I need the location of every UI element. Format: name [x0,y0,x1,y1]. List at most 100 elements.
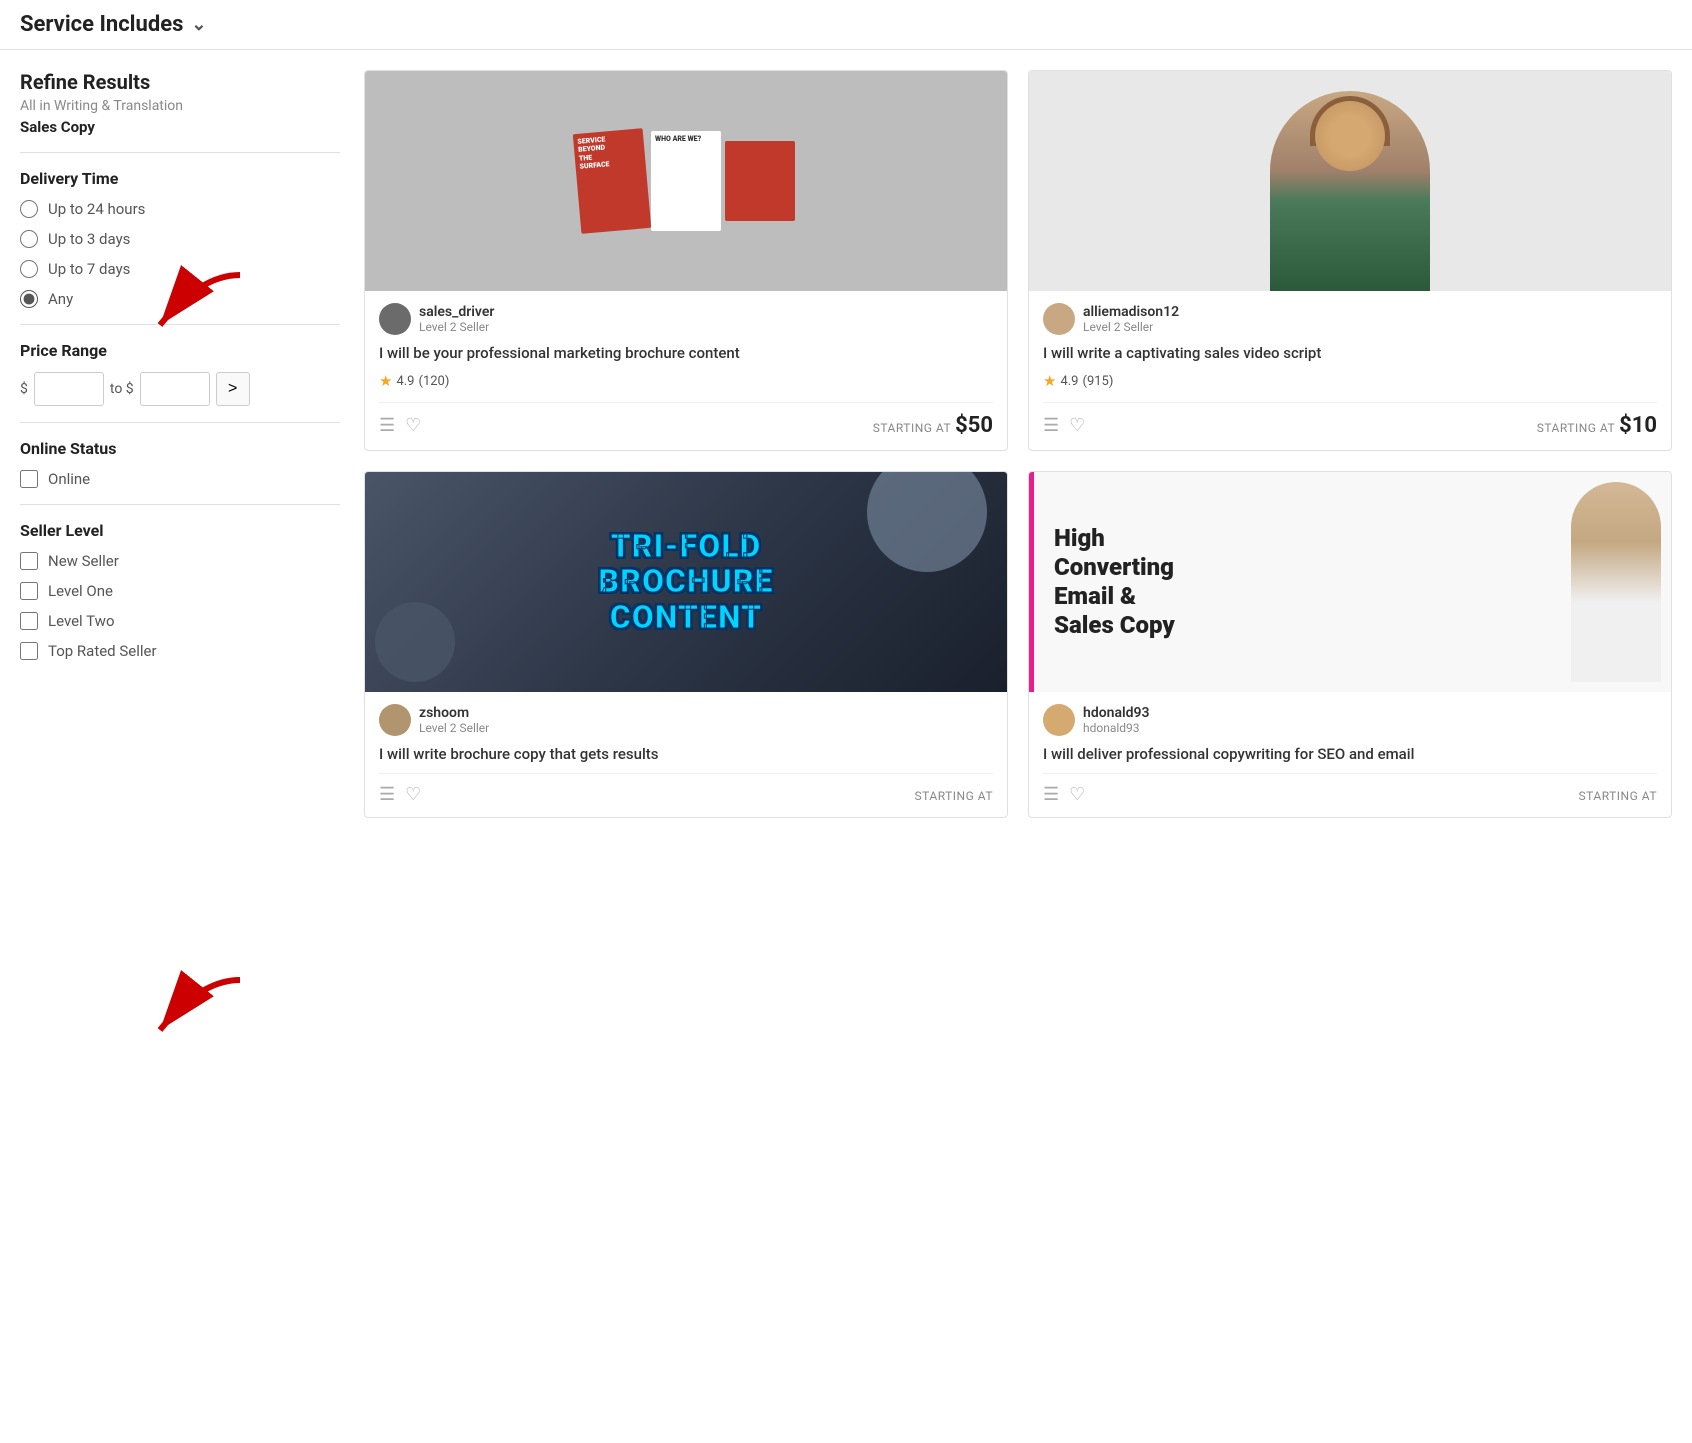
card-1-seller-name: sales_driver [419,304,494,320]
online-checkbox[interactable] [20,470,38,488]
card-1-actions: ☰ ♡ [379,415,421,436]
card-4-body: hdonald93 hdonald93 I will deliver profe… [1029,692,1671,817]
portrait-head [1315,101,1385,171]
card-1-seller: sales_driver Level 2 Seller [379,303,993,335]
red-arrow-2 [100,970,260,1050]
card-4-seller-name: hdonald93 [1083,705,1149,721]
service-includes-header[interactable]: Service Includes ⌄ [0,0,1692,50]
heart-icon-4[interactable]: ♡ [1069,784,1085,805]
card-3-seller-level: Level 2 Seller [419,721,489,735]
emailcopy-heading: HighConvertingEmail &Sales Copy [1054,524,1561,639]
delivery-option-7d[interactable]: Up to 7 days [20,260,340,278]
price-from-input[interactable] [34,372,104,406]
heart-icon-3[interactable]: ♡ [405,784,421,805]
trifold-circle-1 [867,472,987,572]
card-4-actions: ☰ ♡ [1043,784,1085,805]
sidebar: Refine Results All in Writing & Translat… [20,70,340,818]
card-2-seller-info: alliemadison12 Level 2 Seller [1083,304,1179,334]
card-2-footer: ☰ ♡ STARTING AT $10 [1043,402,1657,438]
delivery-filter: Delivery Time Up to 24 hours Up to 3 day… [20,169,340,308]
card-4-image: HighConvertingEmail &Sales Copy [1029,472,1671,692]
card-1-title: I will be your professional marketing br… [379,343,993,364]
card-1-price-block: STARTING AT $50 [873,413,993,438]
card-4-footer: ☰ ♡ STARTING AT [1043,773,1657,805]
price-to-input[interactable] [140,372,210,406]
menu-icon[interactable]: ☰ [379,415,395,436]
divider-3 [20,422,340,423]
delivery-option-any[interactable]: Any [20,290,340,308]
seller-level-filter: Seller Level New Seller Level One Level … [20,521,340,660]
delivery-title: Delivery Time [20,169,340,188]
seller-level-two[interactable]: Level Two [20,612,340,630]
delivery-option-24h[interactable]: Up to 24 hours [20,200,340,218]
card-1-starting-at: STARTING AT [873,421,951,435]
card-1-seller-info: sales_driver Level 2 Seller [419,304,494,334]
seller-level-options: New Seller Level One Level Two Top Rated… [20,552,340,660]
seller-level-title: Seller Level [20,521,340,540]
portrait-figure [1270,91,1430,291]
price-range-inputs: $ to $ > [20,372,340,406]
online-status-options: Online [20,470,340,488]
content-area: SERVICEBEYONDTHESURFACE WHO ARE WE? sale… [364,70,1672,818]
card-1[interactable]: SERVICEBEYONDTHESURFACE WHO ARE WE? sale… [364,70,1008,451]
star-icon: ★ [379,372,392,390]
delivery-option-3d[interactable]: Up to 3 days [20,230,340,248]
card-1-seller-level: Level 2 Seller [419,320,494,334]
card-4[interactable]: HighConvertingEmail &Sales Copy hdonald9… [1028,471,1672,818]
card-2-title: I will write a captivating sales video s… [1043,343,1657,364]
card-3[interactable]: TRI-FOLDBROCHURECONTENT zshoom Level 2 S… [364,471,1008,818]
price-range-filter: Price Range $ to $ > [20,341,340,406]
divider-1 [20,152,340,153]
online-status-online[interactable]: Online [20,470,340,488]
card-2-reviews: (915) [1083,374,1114,389]
card-3-footer: ☰ ♡ STARTING AT [379,773,993,805]
card-4-seller-level: hdonald93 [1083,721,1149,735]
menu-icon-2[interactable]: ☰ [1043,415,1059,436]
top-rated-checkbox[interactable] [20,642,38,660]
seller-level-one[interactable]: Level One [20,582,340,600]
card-2-rating-value: 4.9 [1060,374,1078,389]
price-range-submit[interactable]: > [216,372,250,406]
online-status-filter: Online Status Online [20,439,340,488]
card-2-price-block: STARTING AT $10 [1537,413,1657,438]
delivery-options: Up to 24 hours Up to 3 days Up to 7 days… [20,200,340,308]
seller-level-new[interactable]: New Seller [20,552,340,570]
card-3-image: TRI-FOLDBROCHURECONTENT [365,472,1007,692]
divider-4 [20,504,340,505]
card-1-reviews: (120) [419,374,450,389]
delivery-radio-24h[interactable] [20,200,38,218]
card-4-avatar [1043,704,1075,736]
emailcopy-person [1571,482,1661,682]
heart-icon-2[interactable]: ♡ [1069,415,1085,436]
menu-icon-3[interactable]: ☰ [379,784,395,805]
trifold-title: TRI-FOLDBROCHURECONTENT [598,529,773,635]
delivery-radio-any[interactable] [20,290,38,308]
card-4-price-block: STARTING AT [1579,785,1657,804]
card-2[interactable]: alliemadison12 Level 2 Seller I will wri… [1028,70,1672,451]
card-3-avatar [379,704,411,736]
card-1-avatar [379,303,411,335]
delivery-radio-7d[interactable] [20,260,38,278]
level-one-checkbox[interactable] [20,582,38,600]
service-includes-title: Service Includes [20,12,183,37]
card-2-rating: ★ 4.9 (915) [1043,372,1657,390]
card-1-footer: ☰ ♡ STARTING AT $50 [379,402,993,438]
seller-level-top[interactable]: Top Rated Seller [20,642,340,660]
star-icon-2: ★ [1043,372,1056,390]
heart-icon[interactable]: ♡ [405,415,421,436]
card-2-body: alliemadison12 Level 2 Seller I will wri… [1029,291,1671,450]
sidebar-category: Sales Copy [20,118,340,136]
menu-icon-4[interactable]: ☰ [1043,784,1059,805]
card-3-price-block: STARTING AT [915,785,993,804]
card-2-avatar [1043,303,1075,335]
card-4-seller-info: hdonald93 hdonald93 [1083,705,1149,735]
new-seller-checkbox[interactable] [20,552,38,570]
card-3-seller-info: zshoom Level 2 Seller [419,705,489,735]
card-1-rating: ★ 4.9 (120) [379,372,993,390]
level-two-checkbox[interactable] [20,612,38,630]
chevron-down-icon[interactable]: ⌄ [191,14,206,35]
delivery-radio-3d[interactable] [20,230,38,248]
card-4-title: I will deliver professional copywriting … [1043,744,1657,765]
card-3-body: zshoom Level 2 Seller I will write broch… [365,692,1007,817]
card-2-starting-at: STARTING AT [1537,421,1615,435]
